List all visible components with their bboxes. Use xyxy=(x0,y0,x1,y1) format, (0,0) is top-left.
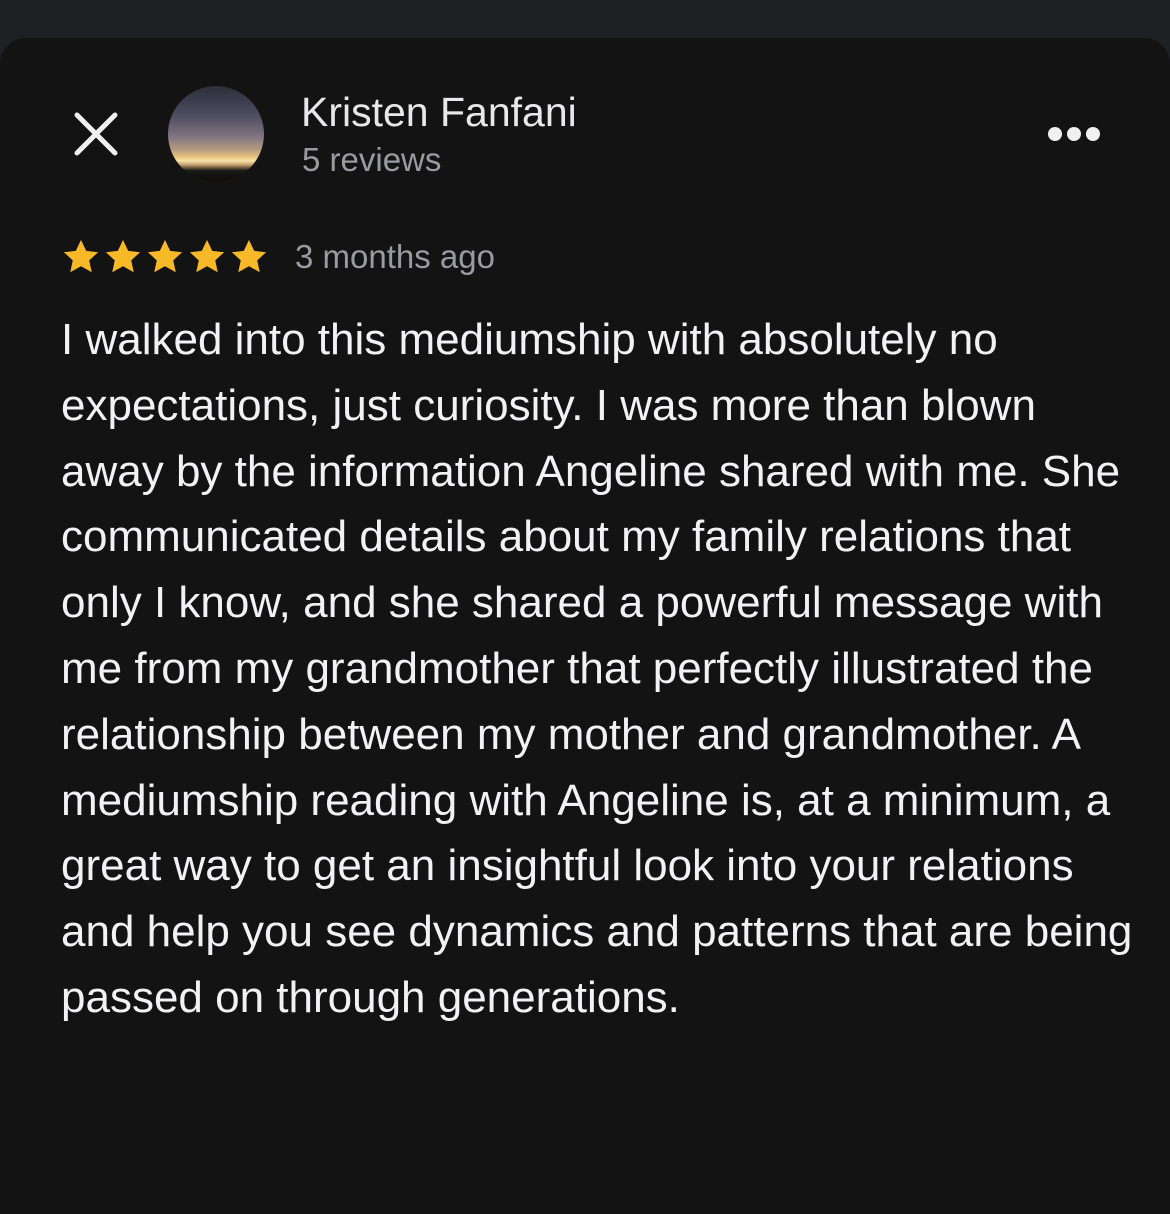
star-icon xyxy=(189,239,225,273)
close-icon xyxy=(74,112,118,156)
star-icon xyxy=(105,239,141,273)
reviewer-review-count: 5 reviews xyxy=(302,141,442,178)
reviewer-name[interactable]: Kristen Fanfani xyxy=(301,86,577,138)
star-icon xyxy=(147,239,183,273)
review-time: 3 months ago xyxy=(295,238,495,275)
star-icon xyxy=(63,239,99,273)
close-button[interactable] xyxy=(70,108,122,160)
review-text: I walked into this mediumship with absol… xyxy=(61,315,1133,1022)
more-horizontal-icon xyxy=(1048,127,1100,141)
star-icon xyxy=(231,239,267,273)
more-options-button[interactable] xyxy=(1040,116,1108,152)
star-rating xyxy=(60,234,270,280)
avatar[interactable] xyxy=(168,86,264,182)
